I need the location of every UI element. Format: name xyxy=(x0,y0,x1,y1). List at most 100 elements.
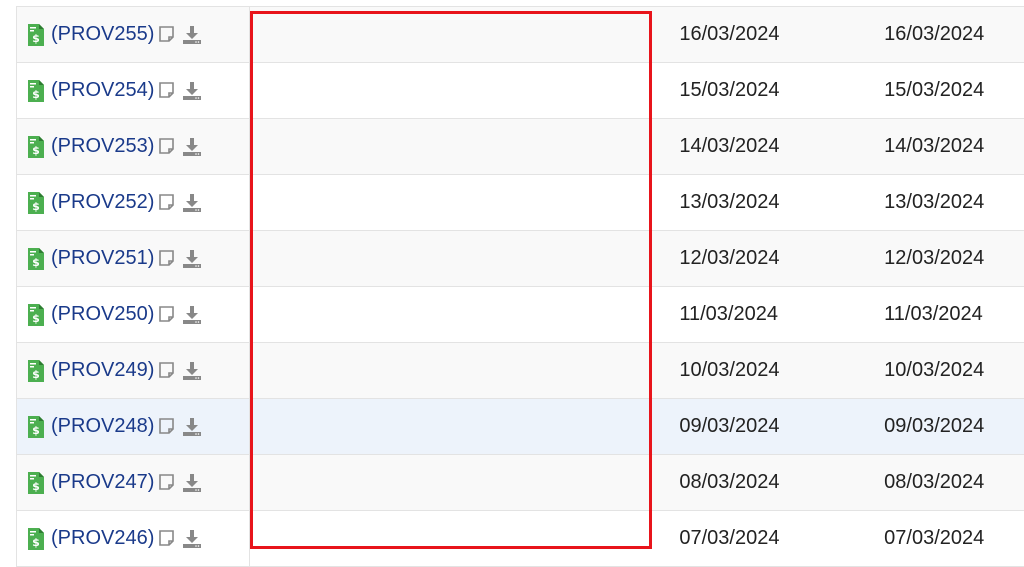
invoice-reference-link[interactable]: (PROV246) xyxy=(51,527,154,550)
invoice-reference-link[interactable]: (PROV249) xyxy=(51,359,154,382)
invoice-reference-link[interactable]: (PROV250) xyxy=(51,303,154,326)
invoice-reference-link[interactable]: (PROV252) xyxy=(51,191,154,214)
description-cell xyxy=(250,399,662,454)
due-date-cell: 11/03/2024 xyxy=(866,287,1024,342)
invoice-date-cell: 08/03/2024 xyxy=(661,455,866,510)
table-row[interactable]: $ (PROV253) 14/03/2024 14/03/2024 xyxy=(16,119,1024,175)
table-row[interactable]: $ (PROV249) 10/03/2024 10/03/2024 xyxy=(16,343,1024,399)
preview-icon[interactable] xyxy=(158,193,178,213)
reference-cell: $ (PROV254) xyxy=(17,63,250,118)
invoice-document-icon: $ xyxy=(27,247,45,271)
invoice-date-cell: 09/03/2024 xyxy=(661,399,866,454)
description-cell xyxy=(250,119,662,174)
svg-text:$: $ xyxy=(32,424,40,437)
due-date-cell: 13/03/2024 xyxy=(866,175,1024,230)
invoice-date: 14/03/2024 xyxy=(679,135,780,157)
due-date: 09/03/2024 xyxy=(884,415,985,437)
download-icon[interactable] xyxy=(182,305,202,325)
preview-icon[interactable] xyxy=(158,305,178,325)
preview-icon[interactable] xyxy=(158,473,178,493)
invoice-date-cell: 15/03/2024 xyxy=(661,63,866,118)
due-date: 08/03/2024 xyxy=(884,471,985,493)
invoice-date: 07/03/2024 xyxy=(679,527,780,549)
description-cell xyxy=(250,287,662,342)
download-icon[interactable] xyxy=(182,81,202,101)
due-date-cell: 07/03/2024 xyxy=(866,511,1024,566)
invoice-document-icon: $ xyxy=(27,191,45,215)
preview-icon[interactable] xyxy=(158,417,178,437)
description-cell xyxy=(250,63,662,118)
description-cell xyxy=(250,455,662,510)
download-icon[interactable] xyxy=(182,249,202,269)
preview-icon[interactable] xyxy=(158,529,178,549)
preview-icon[interactable] xyxy=(158,81,178,101)
invoice-date: 15/03/2024 xyxy=(679,79,780,101)
invoice-reference-link[interactable]: (PROV247) xyxy=(51,471,154,494)
invoice-document-icon: $ xyxy=(27,135,45,159)
table-row[interactable]: $ (PROV252) 13/03/2024 13/03/2024 xyxy=(16,175,1024,231)
due-date-cell: 10/03/2024 xyxy=(866,343,1024,398)
reference-cell: $ (PROV251) xyxy=(17,231,250,286)
reference-cell: $ (PROV252) xyxy=(17,175,250,230)
preview-icon[interactable] xyxy=(158,25,178,45)
download-icon[interactable] xyxy=(182,417,202,437)
invoice-list-page: $ (PROV255) 16/03/2024 16/03/2024 $ (PROV254)… xyxy=(0,0,1024,567)
table-row[interactable]: $ (PROV246) 07/03/2024 07/03/2024 xyxy=(16,511,1024,567)
invoice-document-icon: $ xyxy=(27,527,45,551)
invoice-document-icon: $ xyxy=(27,415,45,439)
invoice-date: 13/03/2024 xyxy=(679,191,780,213)
description-cell xyxy=(250,511,662,566)
table-row[interactable]: $ (PROV248) 09/03/2024 09/03/2024 xyxy=(16,399,1024,455)
reference-cell: $ (PROV249) xyxy=(17,343,250,398)
download-icon[interactable] xyxy=(182,137,202,157)
invoice-date-cell: 07/03/2024 xyxy=(661,511,866,566)
due-date-cell: 09/03/2024 xyxy=(866,399,1024,454)
description-cell xyxy=(250,175,662,230)
download-icon[interactable] xyxy=(182,473,202,493)
table-row[interactable]: $ (PROV250) 11/03/2024 11/03/2024 xyxy=(16,287,1024,343)
table-row[interactable]: $ (PROV251) 12/03/2024 12/03/2024 xyxy=(16,231,1024,287)
svg-text:$: $ xyxy=(32,88,40,101)
invoice-date: 11/03/2024 xyxy=(679,303,778,325)
invoice-date: 12/03/2024 xyxy=(679,247,780,269)
due-date: 16/03/2024 xyxy=(884,23,985,45)
download-icon[interactable] xyxy=(182,193,202,213)
due-date-cell: 14/03/2024 xyxy=(866,119,1024,174)
invoice-date-cell: 10/03/2024 xyxy=(661,343,866,398)
invoice-document-icon: $ xyxy=(27,471,45,495)
svg-text:$: $ xyxy=(32,144,40,157)
due-date: 10/03/2024 xyxy=(884,359,985,381)
reference-cell: $ (PROV247) xyxy=(17,455,250,510)
due-date: 11/03/2024 xyxy=(884,303,983,325)
preview-icon[interactable] xyxy=(158,249,178,269)
invoice-reference-link[interactable]: (PROV251) xyxy=(51,247,154,270)
due-date-cell: 15/03/2024 xyxy=(866,63,1024,118)
svg-text:$: $ xyxy=(32,536,40,549)
invoice-date: 09/03/2024 xyxy=(679,415,780,437)
invoice-date-cell: 13/03/2024 xyxy=(661,175,866,230)
due-date: 15/03/2024 xyxy=(884,79,985,101)
invoice-reference-link[interactable]: (PROV255) xyxy=(51,23,154,46)
due-date-cell: 08/03/2024 xyxy=(866,455,1024,510)
table-row[interactable]: $ (PROV247) 08/03/2024 08/03/2024 xyxy=(16,455,1024,511)
due-date: 14/03/2024 xyxy=(884,135,985,157)
due-date: 13/03/2024 xyxy=(884,191,985,213)
invoice-reference-link[interactable]: (PROV253) xyxy=(51,135,154,158)
invoice-document-icon: $ xyxy=(27,79,45,103)
download-icon[interactable] xyxy=(182,529,202,549)
due-date-cell: 16/03/2024 xyxy=(866,7,1024,62)
invoice-reference-link[interactable]: (PROV248) xyxy=(51,415,154,438)
svg-text:$: $ xyxy=(32,200,40,213)
preview-icon[interactable] xyxy=(158,361,178,381)
invoice-reference-link[interactable]: (PROV254) xyxy=(51,79,154,102)
due-date-cell: 12/03/2024 xyxy=(866,231,1024,286)
table-row[interactable]: $ (PROV255) 16/03/2024 16/03/2024 xyxy=(16,7,1024,63)
reference-cell: $ (PROV248) xyxy=(17,399,250,454)
due-date: 07/03/2024 xyxy=(884,527,985,549)
download-icon[interactable] xyxy=(182,361,202,381)
reference-cell: $ (PROV250) xyxy=(17,287,250,342)
download-icon[interactable] xyxy=(182,25,202,45)
preview-icon[interactable] xyxy=(158,137,178,157)
table-row[interactable]: $ (PROV254) 15/03/2024 15/03/2024 xyxy=(16,63,1024,119)
invoice-document-icon: $ xyxy=(27,23,45,47)
